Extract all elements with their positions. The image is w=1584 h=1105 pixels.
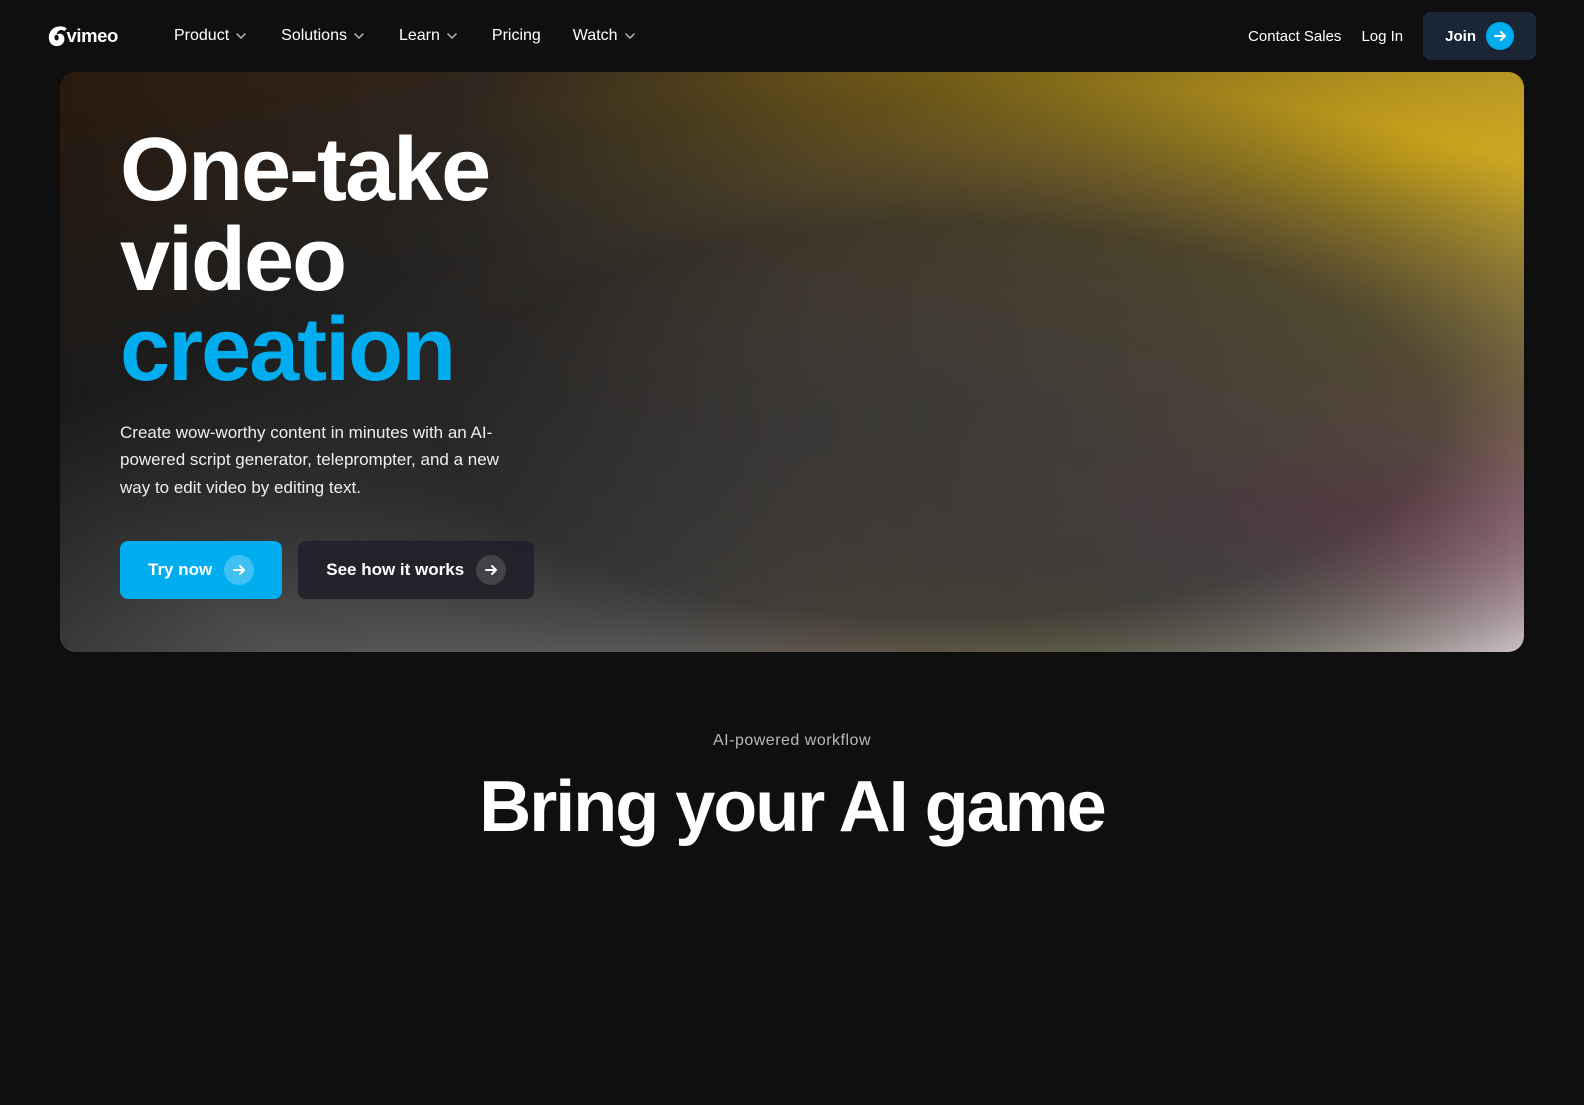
- hero-title-line1: One-take: [120, 120, 489, 220]
- hero-title-line2: video: [120, 210, 345, 310]
- below-hero-section: AI-powered workflow Bring your AI game: [0, 652, 1584, 886]
- chevron-down-icon: [444, 28, 460, 44]
- bring-title: Bring your AI game: [48, 770, 1536, 846]
- navbar-left: vimeo Product Solutions Learn: [48, 19, 652, 53]
- try-now-label: Try now: [148, 560, 212, 580]
- contact-sales-link[interactable]: Contact Sales: [1248, 28, 1341, 45]
- nav-item-learn[interactable]: Learn: [385, 19, 474, 53]
- join-button[interactable]: Join: [1423, 12, 1536, 60]
- hero-section: One-take video creation Create wow-worth…: [60, 72, 1524, 652]
- nav-label-learn: Learn: [399, 27, 440, 45]
- nav-label-solutions: Solutions: [281, 27, 347, 45]
- hero-buttons: Try now See how it works: [120, 541, 805, 599]
- logo[interactable]: vimeo: [48, 20, 128, 52]
- nav-item-solutions[interactable]: Solutions: [267, 19, 381, 53]
- hero-title-line3: creation: [120, 300, 454, 400]
- hero-subtitle: Create wow-worthy content in minutes wit…: [120, 419, 520, 501]
- see-how-arrow-icon: [476, 555, 506, 585]
- see-how-label: See how it works: [326, 560, 464, 580]
- navbar-right: Contact Sales Log In Join: [1248, 12, 1536, 60]
- join-label: Join: [1445, 28, 1476, 45]
- nav-item-product[interactable]: Product: [160, 19, 263, 53]
- chevron-down-icon: [622, 28, 638, 44]
- try-now-arrow-icon: [224, 555, 254, 585]
- try-now-button[interactable]: Try now: [120, 541, 282, 599]
- nav-label-pricing: Pricing: [492, 27, 541, 45]
- nav-label-product: Product: [174, 27, 229, 45]
- ai-powered-label: AI-powered workflow: [48, 732, 1536, 750]
- chevron-down-icon: [233, 28, 249, 44]
- nav-label-watch: Watch: [573, 27, 618, 45]
- see-how-button[interactable]: See how it works: [298, 541, 534, 599]
- hero-title: One-take video creation: [120, 125, 805, 395]
- hero-content: One-take video creation Create wow-worth…: [60, 72, 865, 652]
- nav-item-watch[interactable]: Watch: [559, 19, 652, 53]
- nav-item-pricing[interactable]: Pricing: [478, 19, 555, 53]
- login-button[interactable]: Log In: [1361, 28, 1403, 45]
- svg-text:vimeo: vimeo: [67, 25, 119, 46]
- chevron-down-icon: [351, 28, 367, 44]
- nav-items: Product Solutions Learn Pricing: [160, 19, 652, 53]
- arrow-right-icon: [1493, 29, 1507, 43]
- join-arrow-icon: [1486, 22, 1514, 50]
- navbar: vimeo Product Solutions Learn: [0, 0, 1584, 72]
